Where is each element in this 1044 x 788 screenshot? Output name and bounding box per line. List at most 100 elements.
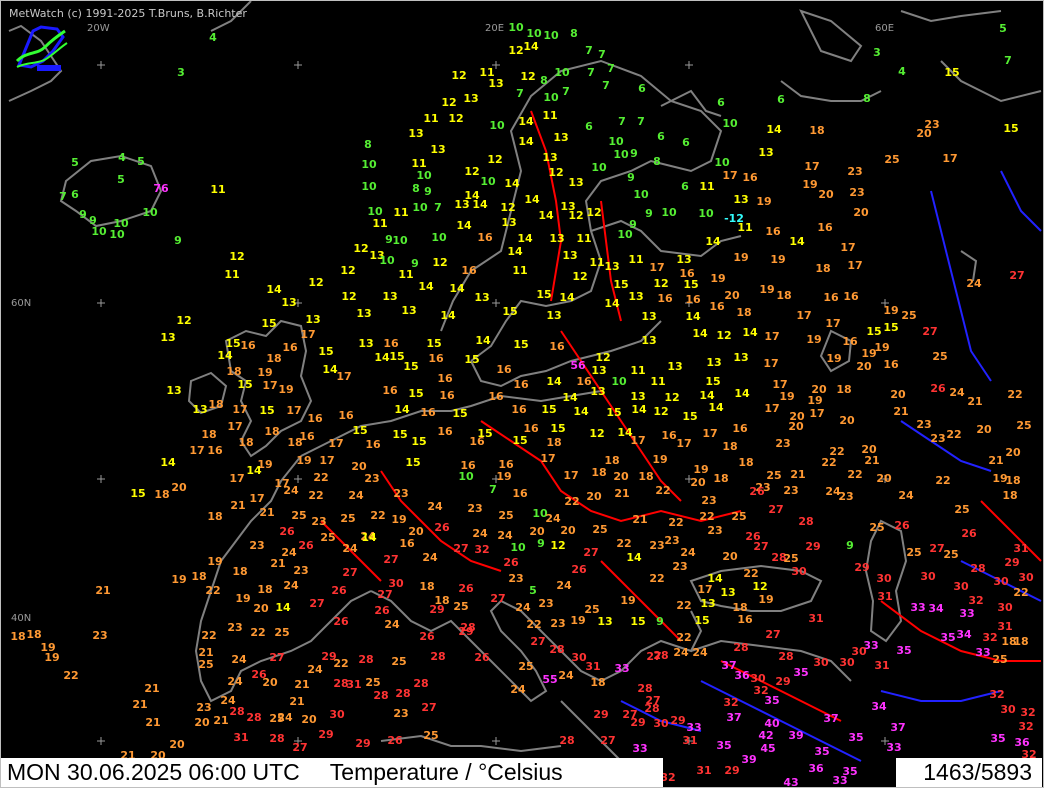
temperature-reading: 26 xyxy=(961,527,977,540)
temperature-reading: 19 xyxy=(883,304,898,317)
temperature-reading: 4 xyxy=(898,65,906,78)
temperature-reading: 27 xyxy=(600,734,615,747)
temperature-reading: 24 xyxy=(283,579,299,592)
temperature-reading: 14 xyxy=(573,405,589,418)
temperature-reading: 10 xyxy=(543,91,559,104)
temperature-reading: 24 xyxy=(966,277,982,290)
temperature-reading: 18 xyxy=(1013,635,1028,648)
temperature-reading: 12 xyxy=(664,391,679,404)
temperature-reading: 5 xyxy=(117,173,125,186)
temperature-reading: 25 xyxy=(731,510,746,523)
temperature-reading: 27 xyxy=(383,553,398,566)
temperature-reading: 26 xyxy=(374,604,390,617)
temperature-reading: 18 xyxy=(591,466,606,479)
temperature-reading: 25 xyxy=(992,653,1007,666)
temperature-reading: 27 xyxy=(342,566,357,579)
grid-label-60n: 60N xyxy=(11,298,32,309)
temperature-reading: 20 xyxy=(788,420,804,433)
temperature-reading: 16 xyxy=(512,487,528,500)
temperature-reading: 7 xyxy=(618,115,626,128)
temperature-reading: 15 xyxy=(405,456,420,469)
temperature-reading: 20 xyxy=(890,388,906,401)
temperature-reading: 16 xyxy=(338,409,354,422)
temperature-reading: 23 xyxy=(227,621,242,634)
temperature-reading: 16 xyxy=(549,340,565,353)
weather-map[interactable]: 10 10 10 812 14 7 712 111312 810 7 712 13 7 10 7 7 66 6 81… xyxy=(1,1,1043,787)
temperature-reading: 10 xyxy=(379,254,395,267)
temperature-reading: 22 xyxy=(649,572,664,585)
temperature-reading: 23 xyxy=(783,484,798,497)
temperature-reading: 18 xyxy=(836,383,851,396)
temperature-reading: 10 xyxy=(526,27,542,40)
temperature-reading: 18 xyxy=(201,428,216,441)
temperature-reading: 10 xyxy=(91,225,107,238)
temperature-reading: 22 xyxy=(526,618,541,631)
temperature-reading: 18 xyxy=(419,580,434,593)
temperature-reading: 27 xyxy=(490,592,505,605)
temperature-reading: 17 xyxy=(764,402,779,415)
temperature-reading: 14 xyxy=(246,464,262,477)
temperature-reading: 16 xyxy=(282,341,298,354)
temperature-reading: 11 xyxy=(628,253,643,266)
temperature-reading: 31 xyxy=(696,764,711,777)
grid-label-60e: 60E xyxy=(875,23,895,34)
temperature-reading: 24 xyxy=(472,527,488,540)
temperature-reading: 31 xyxy=(877,590,892,603)
temperature-reading: 10 xyxy=(458,470,474,483)
temperature-reading: 39 xyxy=(741,753,756,766)
temperature-reading: 6 xyxy=(682,136,690,149)
temperature-reading: 15 xyxy=(426,337,441,350)
temperature-reading: 11 xyxy=(589,256,604,269)
temperature-reading: 15 xyxy=(261,317,276,330)
temperature-reading: 12 xyxy=(341,290,356,303)
temperature-reading: 25 xyxy=(906,546,921,559)
temperature-reading: 13 xyxy=(630,390,645,403)
temperature-reading: 18 xyxy=(713,472,728,485)
temperature-reading: 20 xyxy=(560,524,576,537)
temperature-reading: 35 xyxy=(940,631,955,644)
temperature-reading: 11 xyxy=(630,364,645,377)
temperature-reading: 22 xyxy=(946,428,961,441)
temperature-reading: 18 xyxy=(208,398,223,411)
temperature-reading: 12 xyxy=(441,96,456,109)
temperature-reading: 26 xyxy=(331,584,347,597)
temperature-reading: 24 xyxy=(515,601,531,614)
temperature-reading: 20 xyxy=(818,188,834,201)
temperature-reading: 4 xyxy=(209,31,217,44)
temperature-reading: 22 xyxy=(676,631,691,644)
temperature-reading: 27 xyxy=(583,546,598,559)
temperature-reading: 20 xyxy=(301,713,317,726)
temperature-reading: 15 xyxy=(130,487,145,500)
temperature-reading: 17 xyxy=(825,317,840,330)
temperature-reading: 11 xyxy=(737,221,752,234)
temperature-reading: 13 xyxy=(641,334,656,347)
temperature-reading: 24 xyxy=(427,500,443,513)
temperature-reading: 28 xyxy=(970,562,985,575)
temperature-reading: 18 xyxy=(26,628,41,641)
temperature-reading: 17 xyxy=(336,370,351,383)
temperature-reading: 10 xyxy=(113,217,129,230)
temperature-reading: 13 xyxy=(562,249,577,262)
temperature-reading: 21 xyxy=(967,395,982,408)
temperature-reading: 22 xyxy=(1013,586,1028,599)
temperature-reading: 18 xyxy=(722,440,737,453)
temperature-reading: 17 xyxy=(763,357,778,370)
temperature-reading: 24 xyxy=(384,618,400,631)
temperature-reading: 24 xyxy=(680,546,696,559)
temperature-reading: 15 xyxy=(550,422,565,435)
temperature-reading: 16 xyxy=(661,429,677,442)
temperature-reading: 12 xyxy=(548,166,563,179)
temperature-reading: 19 xyxy=(874,341,889,354)
temperature-reading: 28 xyxy=(778,650,793,663)
temperature-reading: 14 xyxy=(789,235,805,248)
temperature-reading: 32 xyxy=(1020,706,1035,719)
temperature-observations: 10 10 10 812 14 7 712 111312 810 7 712 13 7 10 7 7 66 6 81… xyxy=(10,21,1036,787)
temperature-reading: 26 xyxy=(298,539,314,552)
temperature-reading: 35 xyxy=(764,694,779,707)
temperature-reading: 15 xyxy=(1003,122,1018,135)
temperature-reading: 24 xyxy=(277,711,293,724)
temperature-reading: 23 xyxy=(364,472,379,485)
temperature-reading: 21 xyxy=(213,714,228,727)
temperature-reading: 24 xyxy=(692,646,708,659)
temperature-reading: 18 xyxy=(287,436,302,449)
